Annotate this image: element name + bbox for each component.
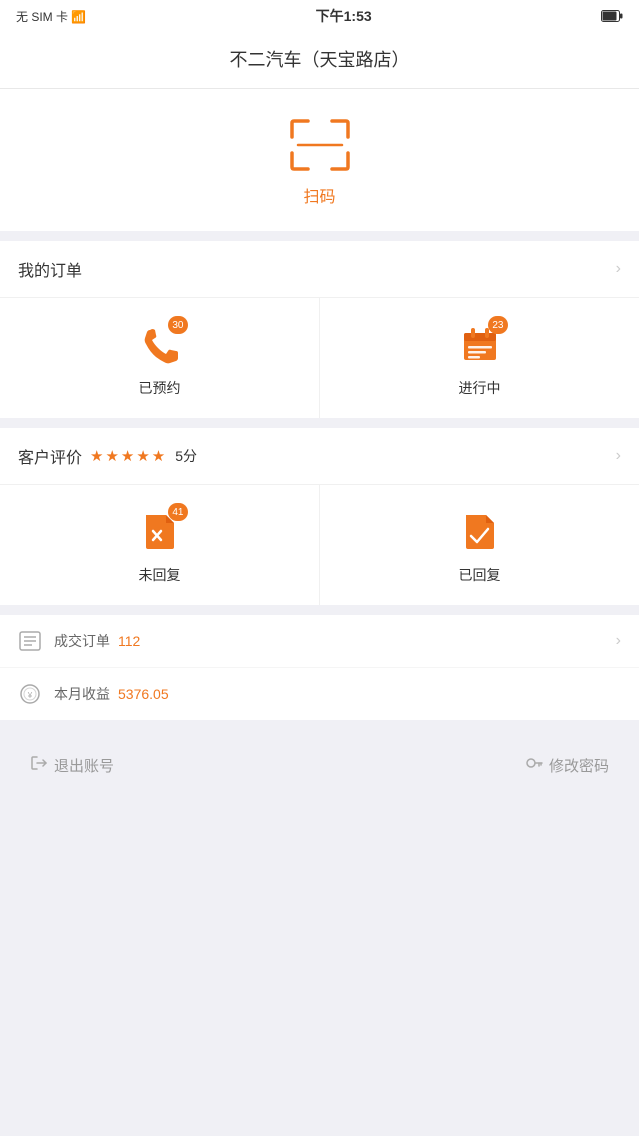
scan-section: 扫码 bbox=[0, 89, 639, 231]
order-item-active[interactable]: 23 进行中 bbox=[320, 298, 639, 418]
reviews-grid: 41 未回复 已回复 bbox=[0, 485, 639, 605]
status-battery bbox=[601, 10, 623, 22]
doc-check-icon bbox=[456, 507, 504, 555]
scan-icon[interactable] bbox=[288, 117, 352, 173]
logout-label: 退出账号 bbox=[54, 755, 114, 776]
page-title: 不二汽车（天宝路店） bbox=[0, 32, 639, 89]
orders-stat-label: 成交订单 bbox=[54, 631, 110, 651]
stats-section: 成交订单 112 › ¥ 本月收益 5376.05 bbox=[0, 615, 639, 720]
unreplied-badge: 41 bbox=[168, 503, 187, 521]
unreplied-label: 未回复 bbox=[139, 565, 181, 585]
battery-icon bbox=[601, 10, 623, 22]
change-password-label: 修改密码 bbox=[549, 755, 609, 776]
calendar-active-icon: 23 bbox=[456, 320, 504, 368]
shop-name: 不二汽车（天宝路店） bbox=[230, 50, 410, 70]
orders-section: 我的订单 › 30 已预约 bbox=[0, 241, 639, 418]
logout-button[interactable]: 退出账号 bbox=[30, 754, 114, 777]
footer-actions: 退出账号 修改密码 bbox=[0, 730, 639, 801]
status-time: 下午1:53 bbox=[316, 6, 372, 26]
list-icon bbox=[18, 629, 42, 653]
active-label: 进行中 bbox=[459, 378, 501, 398]
income-stat-value: 5376.05 bbox=[118, 686, 169, 702]
reviews-title: 客户评价 bbox=[18, 444, 82, 468]
active-badge: 23 bbox=[488, 316, 507, 334]
booked-badge: 30 bbox=[168, 316, 187, 334]
svg-text:¥: ¥ bbox=[27, 691, 33, 700]
replied-label: 已回复 bbox=[459, 565, 501, 585]
change-password-button[interactable]: 修改密码 bbox=[525, 754, 609, 777]
order-item-booked[interactable]: 30 已预约 bbox=[0, 298, 320, 418]
rating-stars: ★★★★★ bbox=[90, 447, 167, 465]
rating-score: 5分 bbox=[175, 446, 197, 466]
status-network: 无 SIM 卡 📶 bbox=[16, 8, 86, 25]
reviews-section: 客户评价 ★★★★★ 5分 › 41 未回复 bbox=[0, 428, 639, 605]
review-item-replied[interactable]: 已回复 bbox=[320, 485, 639, 605]
scan-label[interactable]: 扫码 bbox=[303, 183, 335, 207]
logout-icon bbox=[30, 754, 48, 777]
orders-title: 我的订单 bbox=[18, 257, 82, 281]
reviews-header-left: 客户评价 ★★★★★ 5分 bbox=[18, 444, 197, 468]
stats-orders-chevron: › bbox=[616, 632, 621, 650]
reviews-header[interactable]: 客户评价 ★★★★★ 5分 › bbox=[0, 428, 639, 485]
orders-header[interactable]: 我的订单 › bbox=[0, 241, 639, 298]
review-item-unreplied[interactable]: 41 未回复 bbox=[0, 485, 320, 605]
orders-grid: 30 已预约 bbox=[0, 298, 639, 418]
orders-stat-value: 112 bbox=[118, 633, 140, 649]
income-stat-label: 本月收益 bbox=[54, 684, 110, 704]
orders-chevron: › bbox=[616, 260, 621, 278]
booked-label: 已预约 bbox=[139, 378, 181, 398]
reviews-chevron: › bbox=[616, 447, 621, 465]
status-bar: 无 SIM 卡 📶 下午1:53 bbox=[0, 0, 639, 32]
phone-booked-icon: 30 bbox=[136, 320, 184, 368]
key-icon bbox=[525, 754, 543, 777]
coin-icon: ¥ bbox=[18, 682, 42, 706]
stats-income-row: ¥ 本月收益 5376.05 bbox=[0, 668, 639, 720]
doc-x-icon: 41 bbox=[136, 507, 184, 555]
stats-orders-row[interactable]: 成交订单 112 › bbox=[0, 615, 639, 668]
